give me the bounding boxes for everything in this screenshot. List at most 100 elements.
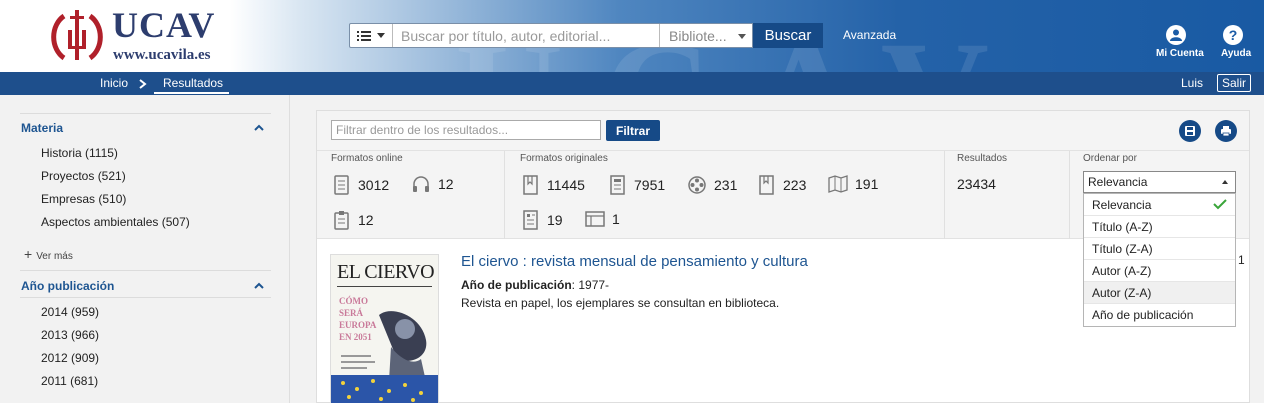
divider: [504, 151, 505, 239]
sort-option-label: Autor (A-Z): [1092, 263, 1152, 278]
account-label[interactable]: Mi Cuenta: [1156, 48, 1204, 59]
ebook-icon: [334, 175, 349, 195]
format-filter-document[interactable]: 7951: [609, 175, 665, 195]
user-icon[interactable]: [1166, 25, 1186, 45]
filter-input[interactable]: [331, 120, 601, 140]
film-reel-icon: [688, 176, 706, 194]
format-count: 3012: [358, 177, 390, 193]
facet-sidebar: Materia Historia (1115) Proyectos (521) …: [0, 95, 290, 403]
cover-illustration: [331, 311, 438, 403]
sort-select-value: Relevancia: [1088, 175, 1148, 189]
advanced-search-link[interactable]: Avanzada: [843, 28, 896, 42]
sort-option-label: Relevancia: [1092, 197, 1152, 212]
sort-heading: Ordenar por: [1083, 153, 1137, 164]
help-label[interactable]: Ayuda: [1221, 48, 1251, 59]
divider: [1069, 151, 1070, 239]
facet-item[interactable]: 2014 (959): [41, 305, 99, 319]
format-filter-bookmark[interactable]: 223: [758, 175, 806, 195]
facet-item[interactable]: Empresas (510): [41, 192, 126, 206]
clipboard-icon: [334, 211, 349, 230]
facet-title-materia[interactable]: Materia: [21, 121, 63, 135]
format-filter-film[interactable]: 231: [687, 175, 737, 195]
format-filter-ebook[interactable]: 3012: [333, 175, 389, 195]
result-year: Año de publicación: 1977-: [461, 278, 609, 292]
format-count: 12: [438, 176, 454, 192]
chevron-up-icon[interactable]: [254, 123, 264, 133]
save-icon[interactable]: [1179, 120, 1201, 142]
divider: [944, 151, 945, 239]
divider: [20, 113, 271, 114]
book-icon: [523, 175, 538, 195]
format-count: 19: [547, 212, 563, 228]
facet-title-year[interactable]: Año publicación: [21, 279, 114, 293]
library-select[interactable]: Bibliote...: [659, 24, 752, 47]
facet-item[interactable]: Historia (1115): [41, 146, 118, 160]
filter-button[interactable]: Filtrar: [606, 120, 660, 141]
logo-title[interactable]: UCAV: [112, 4, 215, 46]
help-icon[interactable]: ?: [1223, 25, 1243, 45]
caret-up-icon: [1222, 180, 1228, 184]
format-count: 7951: [634, 177, 666, 193]
search-box: Bibliote...: [349, 23, 753, 48]
facet-item[interactable]: 2013 (966): [41, 328, 99, 342]
breadcrumb-results[interactable]: Resultados: [163, 76, 223, 90]
format-count: 231: [714, 177, 738, 193]
results-panel: Filtrar Formatos online 3012 12 12 Forma…: [316, 110, 1250, 403]
cover-masthead: EL CIERVO: [337, 261, 435, 283]
facet-item[interactable]: Proyectos (521): [41, 169, 126, 183]
window-icon: [585, 211, 605, 227]
online-formats-heading: Formatos online: [331, 153, 403, 164]
format-count: 11445: [547, 177, 585, 193]
search-button[interactable]: Buscar: [753, 23, 823, 48]
result-cover-image[interactable]: EL CIERVO CÓMO SERÁ EUROPA EN 2051: [330, 254, 439, 403]
logout-button[interactable]: Salir: [1217, 74, 1251, 92]
print-icon[interactable]: [1215, 120, 1237, 142]
header: UCAV UCAV www.ucavila.es Bibliote... Bus…: [0, 0, 1264, 72]
format-filter-audio[interactable]: 12: [411, 175, 454, 193]
format-filter-clipboard[interactable]: 12: [333, 210, 374, 230]
cover-rule: [337, 286, 432, 287]
result-year-value: : 1977-: [571, 278, 610, 292]
sort-option-author-desc[interactable]: Autor (Z-A): [1084, 282, 1235, 304]
search-type-dropdown[interactable]: [350, 24, 393, 47]
logo-url[interactable]: www.ucavila.es: [113, 47, 211, 64]
headphones-icon: [413, 176, 429, 192]
sort-option-year[interactable]: Año de publicación: [1084, 304, 1235, 326]
sort-option-label: Autor (Z-A): [1092, 285, 1152, 300]
format-filter-window[interactable]: 1: [585, 210, 620, 228]
result-title-link[interactable]: El ciervo : revista mensual de pensamien…: [461, 253, 808, 270]
result-year-label: Año de publicación: [461, 278, 572, 292]
list-icon: [357, 30, 371, 41]
sort-select[interactable]: Relevancia: [1083, 171, 1236, 193]
format-count: 223: [783, 177, 807, 193]
sort-option-relevance[interactable]: Relevancia: [1084, 194, 1235, 216]
facet-item[interactable]: Aspectos ambientales (507): [41, 215, 190, 229]
format-count: 191: [855, 176, 879, 192]
bookmark-icon: [759, 175, 774, 195]
format-filter-newspaper[interactable]: 19: [522, 210, 563, 230]
plus-icon: +: [24, 246, 33, 262]
see-more-link[interactable]: + Ver más: [24, 246, 73, 262]
map-icon: [828, 175, 848, 193]
search-input[interactable]: [393, 24, 659, 47]
original-formats-heading: Formatos originales: [520, 153, 608, 164]
university-seal-logo[interactable]: [48, 6, 106, 66]
sort-option-label: Título (Z-A): [1092, 241, 1153, 256]
format-filter-book[interactable]: 11445: [522, 175, 585, 195]
sort-option-title-desc[interactable]: Título (Z-A): [1084, 238, 1235, 260]
user-glyph: [1170, 29, 1182, 41]
result-description: Revista en papel, los ejemplares se cons…: [461, 296, 780, 310]
sort-dropdown-menu: Relevancia Título (A-Z) Título (Z-A) Aut…: [1083, 193, 1236, 327]
facet-item[interactable]: 2011 (681): [41, 374, 98, 388]
format-count: 1: [612, 211, 620, 227]
format-count: 12: [358, 212, 374, 228]
chevron-up-icon[interactable]: [254, 281, 264, 291]
facet-item[interactable]: 2012 (909): [41, 351, 99, 365]
username[interactable]: Luis: [1181, 76, 1203, 90]
sort-option-author-asc[interactable]: Autor (A-Z): [1084, 260, 1235, 282]
results-toolbar: Filtrar: [317, 111, 1249, 151]
breadcrumb-home[interactable]: Inicio: [100, 76, 128, 90]
active-tab-indicator: [154, 92, 229, 94]
format-filter-map[interactable]: 191: [828, 175, 878, 193]
sort-option-title-asc[interactable]: Título (A-Z): [1084, 216, 1235, 238]
